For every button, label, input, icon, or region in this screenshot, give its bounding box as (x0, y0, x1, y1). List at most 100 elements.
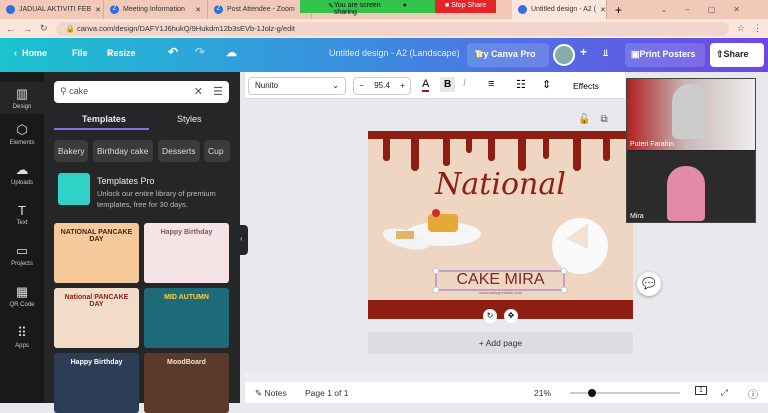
font-size-value[interactable]: 95.4 (374, 81, 390, 91)
analytics-icon[interactable]: ⫫ (603, 48, 608, 59)
star-icon[interactable]: ☆ (737, 23, 745, 34)
clear-icon[interactable]: ✕ (194, 85, 203, 98)
chip-cup[interactable]: Cup (204, 140, 230, 162)
footer-band (368, 300, 633, 319)
design-title[interactable]: Untitled design - A2 (Landscape) (329, 48, 460, 58)
page-actions[interactable]: 🔓⧉ (578, 114, 618, 125)
elements-icon: ⬡ (16, 122, 28, 137)
script-title[interactable]: National (368, 167, 633, 202)
undo-icon[interactable]: ↶ (168, 45, 178, 59)
help-icon[interactable]: ⓘ (748, 386, 758, 401)
template-thumbnail[interactable]: National PANCAKE DAY (54, 288, 139, 348)
qr-code-icon: ▦ (15, 284, 29, 299)
chip-desserts[interactable]: Desserts (158, 140, 200, 162)
template-thumbnail[interactable]: MoodBoard (144, 353, 229, 413)
print-posters-button[interactable]: ▣ Print Posters (625, 43, 705, 67)
font-select[interactable]: Nunito ⌄ (248, 77, 346, 95)
chip-bakery[interactable]: Bakery (54, 140, 89, 162)
add-collaborator-icon[interactable]: + (580, 45, 587, 59)
rail-label: Apps (15, 343, 29, 349)
forward-icon[interactable]: → (23, 24, 32, 34)
reload-icon[interactable]: ↻ (40, 23, 48, 34)
italic-button[interactable]: I (463, 78, 466, 89)
template-thumbnail[interactable]: MID AUTUMN (144, 288, 229, 348)
template-thumbnail[interactable]: Happy Birthday (144, 223, 229, 283)
main-text[interactable]: CAKE MIRA (368, 271, 633, 289)
website-text[interactable]: www.reallygreatsite.com (368, 290, 633, 295)
zoom-slider[interactable] (570, 392, 680, 394)
rail-item-design[interactable]: ▥ Design (0, 82, 44, 114)
participant-video[interactable]: Puteri Farahin (627, 79, 755, 150)
tab-styles[interactable]: Styles (177, 114, 202, 124)
close-icon[interactable]: ✕ (600, 6, 606, 14)
redo-icon[interactable]: ↷ (195, 45, 205, 59)
bold-button[interactable]: B (440, 77, 456, 92)
back-icon[interactable]: ← (6, 24, 15, 34)
chip-birthday-cake[interactable]: Birthday cake (93, 140, 153, 162)
close-icon[interactable]: ✕ (95, 6, 101, 14)
rail-item-uploads[interactable]: ☁ Uploads (0, 162, 44, 186)
page-grid-button[interactable]: 1 (695, 386, 707, 395)
rail-item-text[interactable]: T Text (0, 203, 44, 226)
share-button[interactable]: ⇧ Share (710, 43, 764, 67)
avatar[interactable] (553, 44, 575, 66)
zoom-slider-knob[interactable] (588, 389, 596, 397)
text-color-icon[interactable]: A (422, 78, 430, 92)
side-rail: ▥ Design ⬡ Elements ☁ Uploads T Text ▭ Projec… (0, 72, 44, 403)
try-pro-button[interactable]: ♛ Try Canva Pro (467, 43, 549, 67)
participant-video[interactable]: Mira (627, 151, 755, 222)
align-center-icon[interactable]: ≡ (488, 78, 494, 90)
effects-button[interactable]: Effects (573, 81, 599, 91)
resize-label: Resize (107, 48, 136, 58)
increase-icon[interactable]: + (400, 81, 405, 91)
rail-item-apps[interactable]: ⠿ Apps (0, 325, 44, 349)
url-text: canva.com/design/DAFY1J6hukQ/9Hukdm12b3s… (76, 23, 296, 33)
stop-share-label: Stop Share (451, 2, 487, 9)
share-label: Share (723, 49, 749, 59)
search-input[interactable]: ⚲ cake ✕ ☰ (54, 81, 229, 103)
template-thumbnail[interactable]: Happy Birthday (54, 353, 139, 413)
zoom-level[interactable]: 21% (534, 388, 551, 398)
design-canvas[interactable]: National CAKE MIRA www.reallygreatsite.c… (368, 131, 633, 319)
chrome-icon (6, 5, 15, 14)
browser-tab-active[interactable]: Untitled design - A2 (✕ (512, 0, 607, 19)
rail-item-qr-code[interactable]: ▦ QR Code (0, 284, 44, 308)
filter-icon[interactable]: ☰ (213, 85, 223, 98)
new-tab-button[interactable]: + (615, 3, 622, 17)
comment-icon[interactable]: 💬 (637, 272, 661, 296)
tab-label: Post Attendee - Zoom (227, 6, 295, 13)
rotate-icon[interactable]: ↻ (483, 309, 497, 323)
lock-icon[interactable]: 🔓 (578, 114, 600, 125)
collapse-panel-handle[interactable]: ‹ (240, 225, 248, 255)
promo-title[interactable]: Templates Pro (97, 176, 155, 186)
bottom-bar: ✎ Notes Page 1 of 1 21% 1 ⤢ ⓘ (245, 382, 768, 403)
stop-share-button[interactable]: ■ Stop Share (435, 0, 497, 13)
rail-item-elements[interactable]: ⬡ Elements (0, 122, 44, 146)
fullscreen-icon[interactable]: ⤢ (721, 387, 728, 398)
browser-tab[interactable]: Z Meeting Information ✕ (104, 0, 208, 19)
font-size-stepper[interactable]: −95.4 + (353, 77, 411, 95)
list-icon[interactable]: ☷ (516, 78, 526, 91)
file-button[interactable]: File (72, 48, 88, 58)
add-page-button[interactable]: + Add page (368, 332, 633, 354)
url-input[interactable]: 🔒 canva.com/design/DAFY1J6hukQ/9Hukdm12b… (55, 21, 729, 36)
tab-label: JADUAL AKTIVITI FEB (19, 6, 92, 13)
browser-tab[interactable]: Z Post Attendee - Zoom (208, 0, 312, 19)
rail-item-projects[interactable]: ▭ Projects (0, 243, 44, 267)
notes-button[interactable]: ✎ Notes (255, 388, 287, 399)
home-button[interactable]: ‹ Home (14, 48, 47, 58)
decrease-icon[interactable]: − (359, 81, 364, 91)
spacing-icon[interactable]: ⇕ (542, 78, 551, 91)
move-icon[interactable]: ✥ (504, 309, 518, 323)
notes-label: Notes (264, 388, 287, 398)
address-bar-row: ← → ↻ 🔒 canva.com/design/DAFY1J6hukQ/9Hukd… (0, 19, 768, 38)
menu-icon[interactable]: ⋮ (753, 23, 762, 34)
window-controls[interactable]: ⌄–▢✕ (661, 5, 758, 14)
template-thumbnail[interactable]: NATIONAL PANCAKE DAY (54, 223, 139, 283)
rail-label: Projects (11, 261, 33, 267)
folder-icon: ▭ (15, 243, 29, 258)
browser-tab[interactable]: JADUAL AKTIVITI FEB ✕ (0, 0, 104, 19)
horizontal-scrollbar[interactable] (245, 372, 768, 382)
close-icon[interactable]: ✕ (195, 6, 201, 14)
tab-templates[interactable]: Templates (82, 114, 126, 124)
